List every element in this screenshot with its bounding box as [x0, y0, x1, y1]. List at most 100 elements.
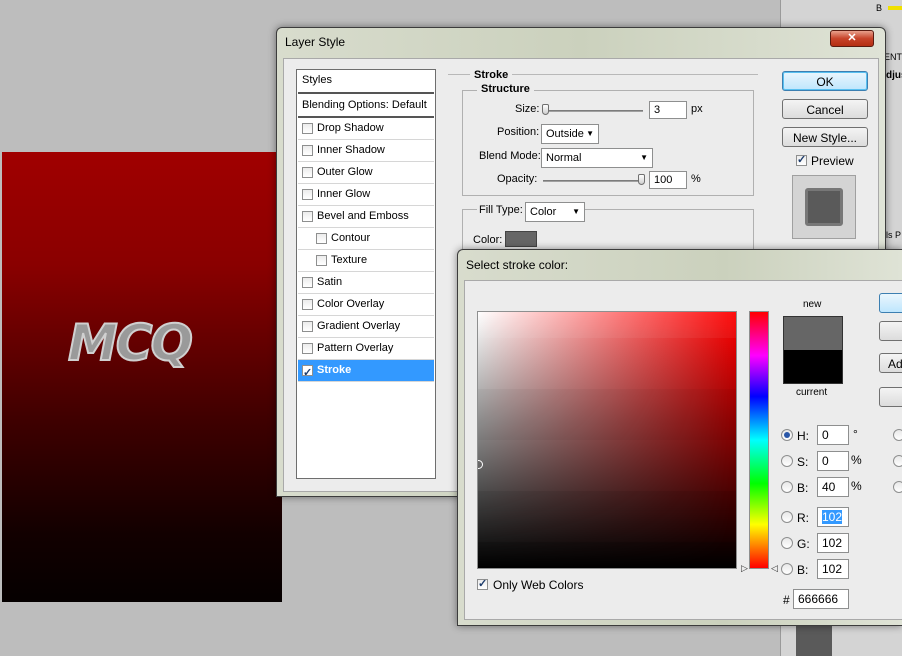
- g-input[interactable]: 102: [817, 533, 849, 553]
- cancel-button[interactable]: Cancel: [782, 99, 868, 119]
- l-radio[interactable]: [893, 429, 902, 441]
- style-item-stroke[interactable]: Stroke: [298, 360, 434, 384]
- style-item-label: Inner Shadow: [317, 144, 385, 156]
- size-unit: px: [691, 103, 703, 115]
- r-input[interactable]: 102: [817, 507, 849, 527]
- s-input[interactable]: 0: [817, 451, 849, 471]
- style-item-texture[interactable]: Texture: [298, 250, 434, 272]
- b2-label: B:: [797, 563, 809, 577]
- layer-style-title: Layer Style: [285, 35, 346, 49]
- h-radio[interactable]: [781, 429, 793, 441]
- style-checkbox[interactable]: [302, 123, 313, 134]
- style-checkbox[interactable]: [316, 255, 327, 266]
- b-label: B:: [797, 481, 809, 495]
- a-radio[interactable]: [893, 455, 902, 467]
- style-item-label: Stroke: [317, 364, 352, 376]
- preview-swatch: [805, 188, 843, 226]
- style-item-inner-shadow[interactable]: Inner Shadow: [298, 140, 434, 162]
- color-picker-cancel-button[interactable]: [879, 321, 902, 341]
- blending-options[interactable]: Blending Options: Default: [298, 94, 434, 118]
- style-checkbox[interactable]: [302, 167, 313, 178]
- style-item-inner-glow[interactable]: Inner Glow: [298, 184, 434, 206]
- color-picker-dialog: Select stroke color: ▷ ◁ new current H: …: [457, 249, 902, 626]
- style-item-label: Texture: [331, 254, 368, 266]
- lab-b-radio[interactable]: [893, 481, 902, 493]
- blend-mode-select[interactable]: Normal ▼: [541, 148, 653, 168]
- style-checkbox[interactable]: [302, 299, 313, 310]
- document-canvas: [2, 152, 282, 602]
- right-panel-lsp-label: ls P: [886, 230, 902, 240]
- style-item-label: Bevel and Emboss: [317, 210, 409, 222]
- only-web-colors-checkbox[interactable]: [477, 577, 488, 590]
- only-web-colors-label: Only Web Colors: [493, 578, 584, 592]
- styles-list: Styles Blending Options: Default Drop Sh…: [296, 69, 436, 479]
- r-radio[interactable]: [781, 511, 793, 523]
- b-radio[interactable]: [781, 481, 793, 493]
- style-checkbox[interactable]: [302, 343, 313, 354]
- style-checkbox[interactable]: [302, 211, 313, 222]
- color-picker-ok-button[interactable]: [879, 293, 902, 313]
- color-picker-body: ▷ ◁ new current H: 0 ° S: 0 % B: 40 % R:…: [464, 280, 902, 620]
- b2-input[interactable]: 102: [817, 559, 849, 579]
- right-panel-slider-yellow: [888, 6, 902, 10]
- hex-input[interactable]: 666666: [793, 589, 849, 609]
- current-color-swatch[interactable]: [783, 350, 843, 384]
- style-checkbox[interactable]: [302, 363, 313, 384]
- preview-checkbox[interactable]: [796, 153, 807, 166]
- opacity-label: Opacity:: [497, 173, 538, 185]
- new-color-swatch: [783, 316, 843, 350]
- s-label: S:: [797, 455, 809, 469]
- size-input[interactable]: 3: [649, 101, 687, 119]
- style-checkbox[interactable]: [316, 233, 327, 244]
- fill-type-label: Fill Type:: [477, 204, 525, 216]
- style-item-contour[interactable]: Contour: [298, 228, 434, 250]
- style-item-pattern-overlay[interactable]: Pattern Overlay: [298, 338, 434, 360]
- color-libraries-button[interactable]: [879, 387, 902, 407]
- position-select[interactable]: Outside ▼: [541, 124, 599, 144]
- size-slider-thumb[interactable]: [542, 104, 549, 115]
- fill-type-select[interactable]: Color ▼: [525, 202, 585, 222]
- style-item-satin[interactable]: Satin: [298, 272, 434, 294]
- opacity-slider-track[interactable]: [543, 180, 643, 182]
- b-input[interactable]: 40: [817, 477, 849, 497]
- opacity-slider-thumb[interactable]: [638, 174, 645, 185]
- style-checkbox[interactable]: [302, 145, 313, 156]
- styles-header[interactable]: Styles: [298, 70, 434, 94]
- color-label: Color:: [473, 234, 503, 246]
- stroke-color-swatch[interactable]: [505, 231, 537, 247]
- hex-label: #: [783, 593, 790, 607]
- h-input[interactable]: 0: [817, 425, 849, 445]
- hue-slider-arrow-right[interactable]: ◁: [771, 563, 778, 574]
- blend-mode-label: Blend Mode:: [479, 150, 541, 162]
- hue-slider[interactable]: [749, 311, 769, 569]
- style-item-bevel-and-emboss[interactable]: Bevel and Emboss: [298, 206, 434, 228]
- close-button[interactable]: ✕: [830, 30, 874, 47]
- hue-slider-arrow-left[interactable]: ▷: [741, 563, 748, 574]
- style-item-label: Satin: [317, 276, 343, 288]
- right-panel-b-label: B: [876, 3, 883, 13]
- structure-title: Structure: [477, 83, 534, 95]
- right-panel-djus-label: djus: [886, 70, 902, 81]
- style-checkbox[interactable]: [302, 189, 313, 200]
- r-label: R:: [797, 511, 809, 525]
- style-item-outer-glow[interactable]: Outer Glow: [298, 162, 434, 184]
- style-checkbox[interactable]: [302, 277, 313, 288]
- style-checkbox[interactable]: [302, 321, 313, 332]
- color-field[interactable]: [477, 311, 737, 569]
- size-label: Size:: [515, 103, 540, 115]
- style-item-gradient-overlay[interactable]: Gradient Overlay: [298, 316, 434, 338]
- s-radio[interactable]: [781, 455, 793, 467]
- b2-radio[interactable]: [781, 563, 793, 575]
- add-to-swatches-button[interactable]: Ad: [879, 353, 902, 373]
- style-item-label: Outer Glow: [317, 166, 373, 178]
- style-item-color-overlay[interactable]: Color Overlay: [298, 294, 434, 316]
- ok-button[interactable]: OK: [782, 71, 868, 91]
- r-input-value: 102: [822, 510, 843, 524]
- size-slider-track[interactable]: [543, 110, 643, 112]
- position-label: Position:: [497, 126, 540, 138]
- style-item-drop-shadow[interactable]: Drop Shadow: [298, 118, 434, 140]
- new-style-button[interactable]: New Style...: [782, 127, 868, 147]
- g-radio[interactable]: [781, 537, 793, 549]
- opacity-input[interactable]: 100: [649, 171, 687, 189]
- color-field-svg: [478, 312, 736, 568]
